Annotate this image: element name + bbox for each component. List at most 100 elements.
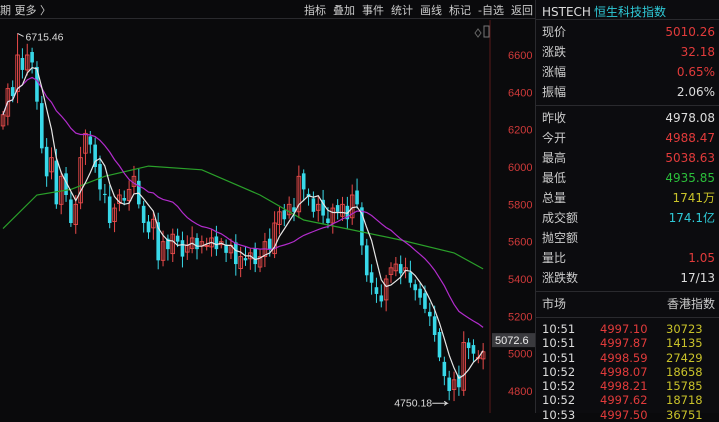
tool-5[interactable]: 标记 [449, 2, 471, 18]
candle-body [88, 136, 93, 145]
candle-body [107, 196, 112, 224]
high-arrow-icon [17, 32, 24, 37]
tick-price: 4998.59 [600, 350, 648, 365]
candle-body [267, 238, 272, 250]
candle-body [195, 237, 199, 250]
stats-row: 涨跌数 17/13 [536, 268, 719, 288]
candle-body [355, 190, 359, 205]
stats-value: 5038.63 [665, 151, 715, 165]
candle-body [447, 377, 451, 392]
period-selector[interactable]: 期 更多 〉 [0, 2, 51, 18]
y-tick-label: 5000 [508, 349, 532, 361]
candle-body [374, 287, 379, 294]
stats-row: 最低 4935.85 [536, 168, 719, 188]
ma5-line [2, 67, 484, 380]
tool-7[interactable]: 返回 [511, 2, 533, 18]
candle-body [442, 361, 447, 377]
tick-volume: 36751 [666, 407, 703, 422]
stats-label: 今开 [542, 131, 567, 145]
y-tick-label: 5800 [508, 199, 532, 211]
stats-label: 量比 [542, 251, 567, 265]
candle-body [44, 146, 49, 177]
quote-label: 现价 [542, 25, 567, 39]
candle-body [214, 236, 219, 250]
tool-3[interactable]: 统计 [391, 2, 413, 18]
candle-body [423, 293, 427, 309]
candle-body [20, 57, 25, 70]
tick-volume: 27429 [666, 350, 703, 365]
y-tick-label: 6000 [508, 162, 532, 174]
tool-6[interactable]: -自选 [478, 2, 504, 18]
tick-price: 4998.21 [600, 379, 648, 394]
y-tick-label: 6400 [508, 87, 532, 99]
tick-row: 10:51 4997.10 30723 [536, 322, 719, 336]
market-label: 市场 [542, 297, 567, 311]
quote-row: 振幅 2.06% [536, 82, 719, 102]
tick-price: 4998.07 [600, 364, 648, 379]
candle-body [437, 332, 442, 358]
scroll-handle-icon[interactable] [483, 25, 490, 38]
quote-value: 5010.26 [665, 25, 715, 39]
y-tick-label: 6600 [508, 50, 532, 62]
tick-row: 10:51 4997.87 14135 [536, 336, 719, 350]
kline-chart[interactable]: 6600 6400 6200 6000 5800 5600 5400 5200 5000 4800… [0, 20, 535, 413]
quote-label: 涨跌 [542, 45, 567, 59]
quote-value: 0.65% [676, 65, 715, 79]
quote-block: 现价 5010.26 涨跌 32.18 涨幅 0.65% 振幅 2.06% [536, 20, 719, 102]
stats-value: 17/13 [680, 271, 715, 285]
tool-4[interactable]: 画线 [420, 2, 442, 18]
y-tick-label: 6200 [508, 125, 532, 137]
tick-price: 4997.50 [600, 407, 648, 422]
candle-body [432, 316, 437, 336]
quote-row: 现价 5010.26 [536, 22, 719, 42]
tick-row: 10:51 4998.59 27429 [536, 351, 719, 365]
security-title: HSTECH 恒生科技指数 [536, 0, 719, 20]
low-price-label: 4750.18 [394, 397, 432, 409]
tick-row: 10:52 4997.62 18718 [536, 393, 719, 407]
stats-value: 1.05 [688, 251, 715, 265]
chart-toolbar: 期 更多 〉 指标 叠加 事件 统计 画线 标记 -自选 返回 [0, 0, 535, 19]
stats-value: 174.1亿 [668, 211, 715, 225]
stats-row: 总量 1741万 [536, 188, 719, 208]
tick-volume: 30723 [666, 322, 703, 336]
tick-row: 10:52 4998.21 15785 [536, 379, 719, 393]
candle-body [103, 193, 107, 196]
stats-value: 4935.85 [665, 171, 715, 185]
candle-body [98, 164, 102, 190]
y-tick-label: 5600 [508, 237, 532, 249]
stats-row: 抛空额 [536, 228, 719, 248]
tool-0[interactable]: 指标 [304, 2, 326, 18]
candle-body [30, 52, 34, 63]
security-name: 恒生科技指数 [593, 5, 666, 19]
stats-label: 最高 [542, 151, 567, 165]
candle-body [466, 342, 471, 349]
tick-list[interactable]: 10:51 4997.10 30723 10:51 4997.87 14135 10:51 4… [536, 322, 719, 422]
candle-body [282, 210, 287, 220]
candle-body [10, 87, 15, 97]
y-tick-label: 5200 [508, 311, 532, 323]
candle-body [141, 205, 146, 224]
candle-body [471, 345, 476, 354]
candle-body [301, 173, 306, 190]
candle-body [379, 295, 384, 302]
candle-body [418, 288, 422, 298]
tick-time: 10:51 [542, 322, 576, 336]
tool-2[interactable]: 事件 [362, 2, 384, 18]
tick-volume: 15785 [666, 379, 703, 394]
stats-value: 4988.47 [665, 131, 715, 145]
candle-body [146, 221, 151, 233]
candle-body [311, 198, 316, 212]
candle-body [398, 264, 403, 274]
low-arrow-icon [432, 400, 449, 406]
stats-label: 抛空额 [542, 231, 579, 245]
stats-label: 涨跌数 [542, 271, 579, 285]
tick-price: 4997.87 [600, 336, 648, 351]
candle-body [122, 197, 127, 201]
quote-label: 振幅 [542, 85, 567, 99]
stats-value: 4978.08 [665, 111, 715, 125]
y-tick-label: 4800 [508, 386, 532, 398]
market-row: 市场 香港指数 [536, 294, 719, 314]
stats-value: 1741万 [672, 191, 715, 205]
tool-1[interactable]: 叠加 [333, 2, 355, 18]
candle-body [326, 218, 330, 224]
